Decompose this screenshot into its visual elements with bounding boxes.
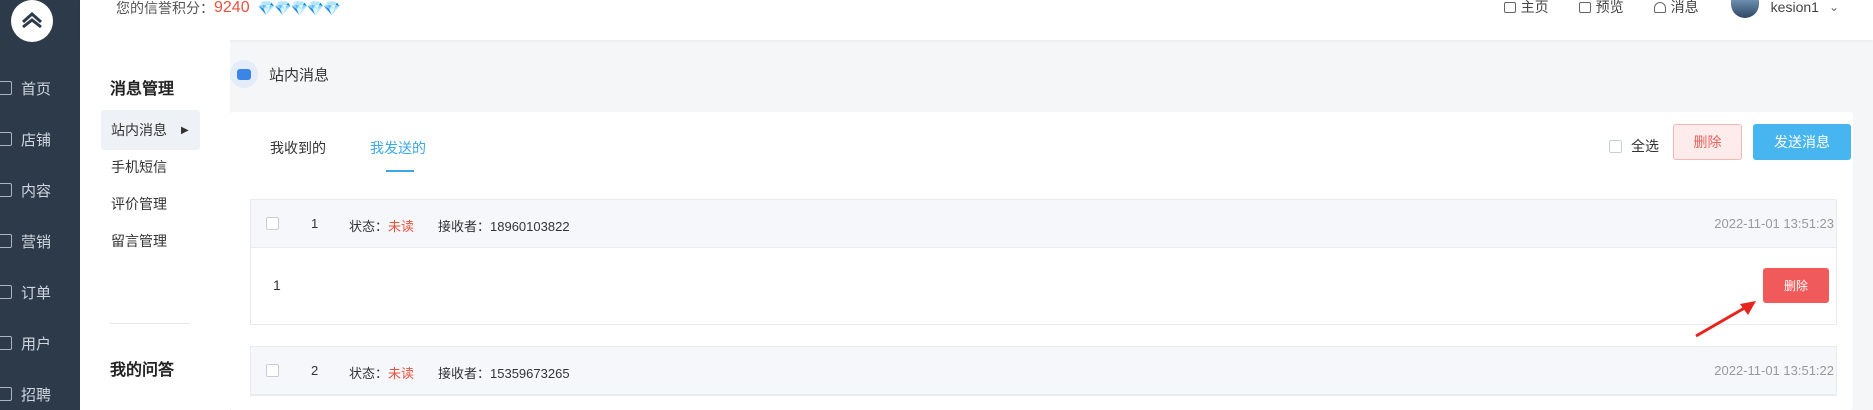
credit-value: 9240 (214, 0, 250, 16)
message-body: 1 删除 (251, 248, 1836, 324)
credit-label: 您的信誉积分： (116, 0, 214, 16)
send-message-button[interactable]: 发送消息 (1753, 124, 1851, 160)
message-item: 1 状态：未读 接收者：18960103822 2022-11-01 13:51… (250, 199, 1837, 325)
tab-received[interactable]: 我收到的 (270, 138, 326, 158)
submenu-item-reviews[interactable]: 评价管理 (101, 184, 200, 224)
sidebar-item-label: 店铺 (21, 131, 52, 149)
sidebar-item-home[interactable]: 首页 (0, 76, 80, 100)
message-receiver: 接收者：18960103822 (438, 216, 570, 235)
submenu-item-comments[interactable]: 留言管理 (101, 221, 200, 261)
message-header: 1 状态：未读 接收者：18960103822 2022-11-01 13:51… (251, 200, 1836, 248)
submenu-item-label: 评价管理 (111, 196, 167, 212)
avatar[interactable] (1730, 0, 1759, 18)
submenu-item-label: 手机短信 (111, 159, 167, 175)
bell-icon (1653, 1, 1666, 13)
caret-right-icon: ▶ (181, 124, 189, 136)
chevron-down-icon[interactable]: ⌄ (1829, 0, 1839, 14)
user-icon (0, 336, 12, 350)
top-links: 主页 预览 消息 kesion1 ⌄ (1474, 0, 1839, 18)
home-link[interactable]: 主页 (1503, 0, 1549, 17)
submenu-item-site-message[interactable]: 站内消息 ▶ (101, 110, 200, 150)
receiver-value: 15359673265 (490, 366, 570, 381)
diamond-icons: 💎💎💎💎💎 (257, 0, 341, 16)
marketing-icon (0, 234, 12, 248)
sidebar-item-user[interactable]: 用户 (0, 331, 80, 355)
home-icon (0, 81, 12, 95)
section-title-qa: 我的问答 (110, 362, 175, 379)
message-time: 2022-11-01 13:51:23 (1714, 216, 1834, 231)
message-item: 2 状态：未读 接收者：15359673265 2022-11-01 13:51… (250, 346, 1837, 396)
tab-active-indicator (386, 170, 414, 172)
store-icon (0, 132, 12, 146)
sidebar-item-order[interactable]: 订单 (0, 280, 80, 304)
top-bar: 您的信誉积分： 9240 💎💎💎💎💎 主页 预览 消息 kesion1 ⌄ (80, 0, 1873, 40)
page-title: 站内消息 (269, 66, 330, 84)
main-sidebar: 首页 店铺 内容 营销 订单 用户 招聘 (0, 0, 80, 410)
monitor-icon (1578, 1, 1591, 13)
submenu-item-sms[interactable]: 手机短信 (101, 147, 200, 187)
message-content: 1 (273, 277, 281, 293)
message-index: 2 (311, 363, 319, 378)
page-heading: 站内消息 (230, 60, 329, 88)
username[interactable]: kesion1 (1771, 0, 1819, 15)
submenu-item-label: 留言管理 (111, 233, 167, 249)
sub-menu: 消息管理 站内消息 ▶ 手机短信 评价管理 留言管理 我的问答 (80, 40, 230, 410)
status-value: 未读 (388, 366, 415, 381)
message-checkbox[interactable] (266, 217, 279, 230)
sidebar-item-label: 首页 (21, 80, 52, 98)
sidebar-item-label: 用户 (21, 335, 52, 353)
message-delete-button[interactable]: 删除 (1763, 268, 1829, 303)
sidebar-item-label: 内容 (21, 182, 52, 200)
content-icon (0, 183, 12, 197)
select-all[interactable]: 全选 (1609, 136, 1659, 156)
sidebar-item-store[interactable]: 店铺 (0, 127, 80, 151)
message-index: 1 (311, 216, 319, 231)
message-checkbox[interactable] (266, 364, 279, 377)
annotation-arrow-icon (1695, 301, 1756, 338)
status-value: 未读 (388, 219, 415, 234)
preview-link[interactable]: 预览 (1578, 0, 1624, 17)
tab-sent[interactable]: 我发送的 (370, 138, 426, 158)
recruit-icon (0, 387, 12, 401)
submenu-item-label: 站内消息 (111, 122, 167, 138)
sidebar-item-label: 招聘 (21, 386, 52, 404)
message-status: 状态：未读 (349, 363, 414, 382)
home-icon (1503, 1, 1516, 13)
delete-button[interactable]: 删除 (1673, 124, 1742, 160)
receiver-label: 接收者： (438, 366, 491, 381)
receiver-value: 18960103822 (490, 219, 570, 234)
message-header: 2 状态：未读 接收者：15359673265 2022-11-01 13:51… (251, 347, 1836, 395)
select-all-checkbox[interactable] (1609, 139, 1622, 153)
chat-icon (230, 60, 258, 88)
message-link[interactable]: 消息 (1653, 0, 1699, 17)
logo-icon[interactable] (11, 0, 53, 42)
sidebar-item-recruit[interactable]: 招聘 (0, 382, 80, 406)
message-time: 2022-11-01 13:51:22 (1714, 363, 1834, 378)
divider (110, 323, 190, 324)
message-link-label: 消息 (1670, 0, 1699, 15)
section-title-message: 消息管理 (110, 81, 175, 98)
sidebar-item-content[interactable]: 内容 (0, 178, 80, 202)
sidebar-item-label: 订单 (21, 284, 52, 302)
credit-score: 您的信誉积分： 9240 💎💎💎💎💎 (116, 0, 341, 16)
message-status: 状态：未读 (349, 216, 414, 235)
home-link-label: 主页 (1520, 0, 1549, 15)
sidebar-item-label: 营销 (21, 233, 52, 251)
status-label: 状态： (349, 366, 389, 381)
message-receiver: 接收者：15359673265 (438, 363, 570, 382)
preview-link-label: 预览 (1595, 0, 1624, 15)
select-all-label: 全选 (1631, 138, 1659, 154)
status-label: 状态： (349, 219, 389, 234)
receiver-label: 接收者： (438, 219, 491, 234)
sidebar-item-marketing[interactable]: 营销 (0, 229, 80, 253)
order-icon (0, 285, 12, 299)
